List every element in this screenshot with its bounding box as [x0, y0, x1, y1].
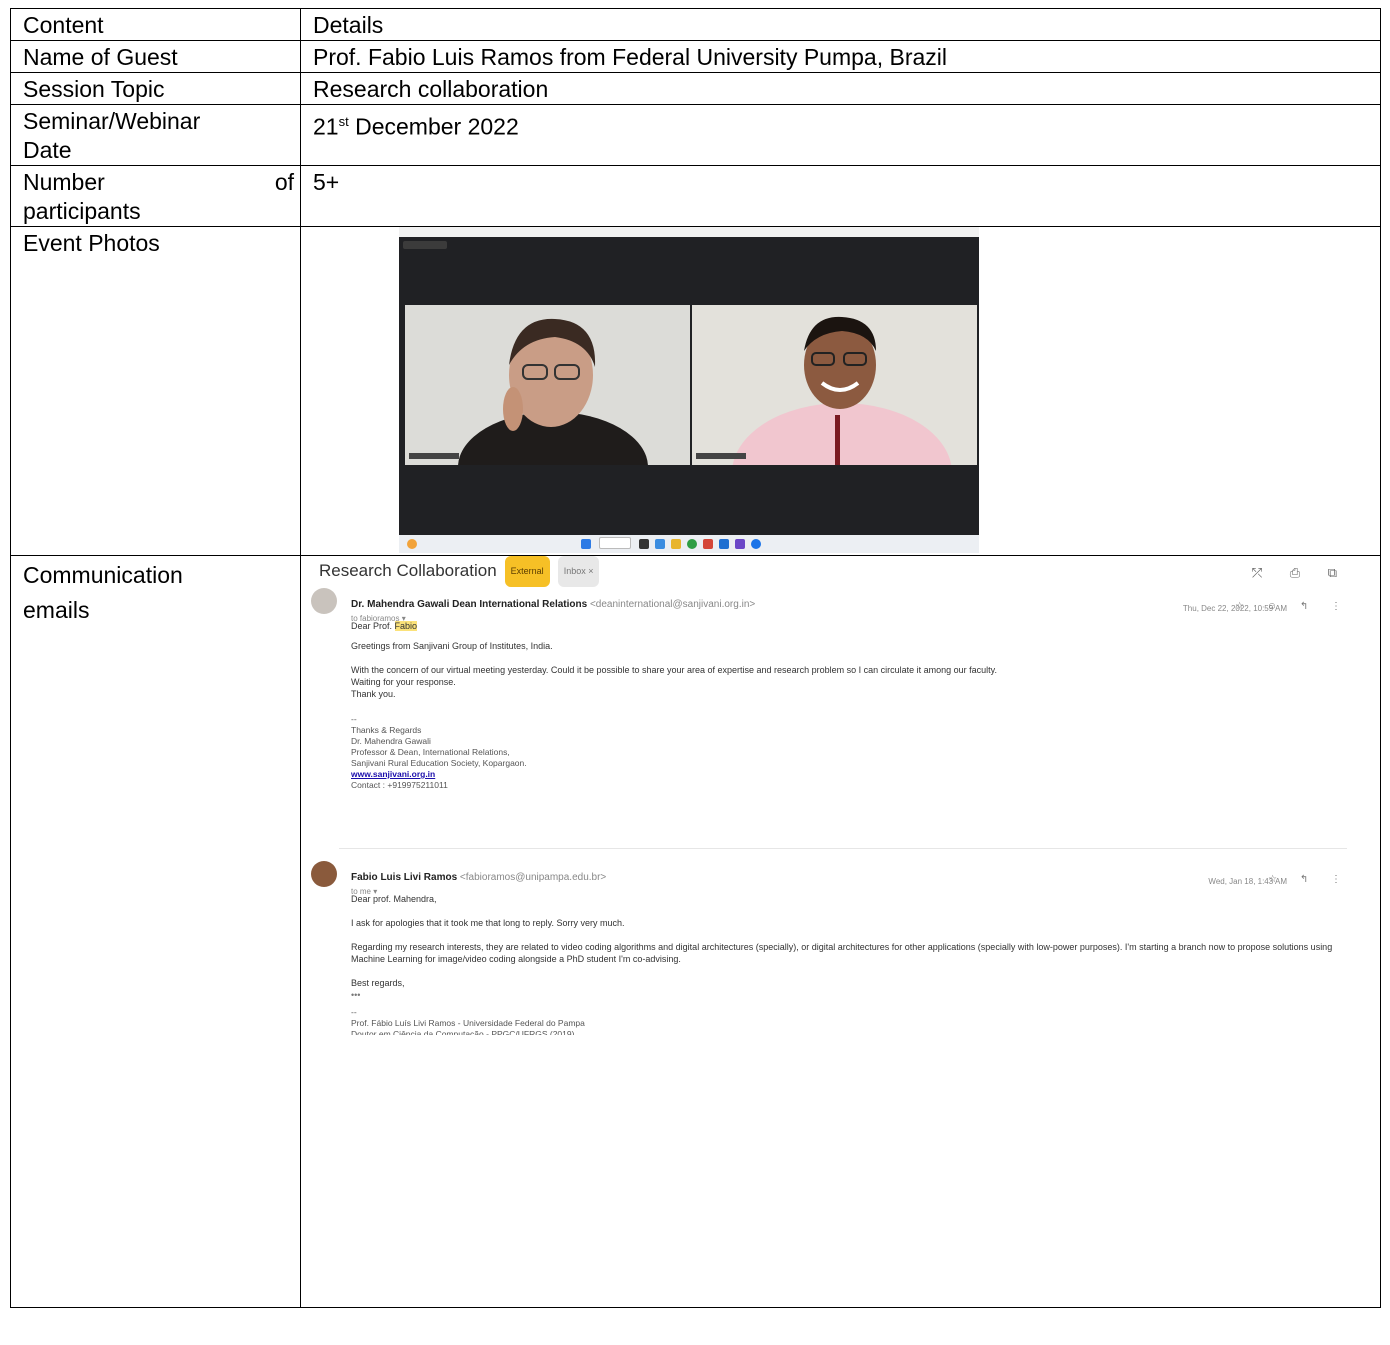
show-trimmed-button[interactable]: ••• — [351, 989, 1347, 1001]
message-body-2: Dear prof. Mahendra, I ask for apologies… — [351, 893, 1347, 1035]
date-day: 21 — [313, 113, 339, 140]
external-chip: External — [504, 556, 550, 588]
meeting-recording-indicator — [403, 241, 447, 249]
topic-value: Research collaboration — [300, 72, 1381, 105]
body-1-line3: Waiting for your response. — [351, 677, 456, 687]
app-icon-1 — [655, 539, 665, 549]
emails-label-line2: emails — [23, 597, 90, 623]
date-rest: December 2022 — [348, 113, 519, 140]
date-row: Seminar/Webinar Date 21st December 2022 — [10, 104, 1381, 166]
signature-1-dash: -- — [351, 714, 357, 724]
signature-1-line2: Dr. Mahendra Gawali — [351, 736, 431, 746]
photos-row: Event Photos — [10, 226, 1381, 556]
participant-tile-guest — [405, 305, 690, 465]
meeting-taskbar — [399, 535, 979, 553]
signature-1-link[interactable]: www.sanjivani.org.in — [351, 769, 435, 779]
photos-cell — [300, 226, 1381, 556]
greeting-1: Dear Prof. Fabio — [351, 620, 1347, 632]
participant-host-image — [692, 305, 977, 465]
browser-icon — [687, 539, 697, 549]
participants-label-line2: participants — [23, 198, 141, 224]
search-box-icon — [599, 537, 631, 549]
participants-label-line1: Number of — [23, 168, 294, 197]
greeting-1-prefix: Dear Prof. — [351, 621, 395, 631]
signature-2-dash: -- — [351, 1007, 357, 1017]
body-2-line1: I ask for apologies that it took me that… — [351, 918, 625, 928]
participant-tile-host — [692, 305, 977, 465]
emails-label: Communication emails — [10, 555, 301, 1308]
guest-label: Name of Guest — [10, 40, 301, 73]
email-screenshot: Research Collaboration External Inbox × ⤱ … — [297, 556, 1357, 1056]
participants-label: Number of participants — [10, 165, 301, 227]
signature-2-line1: Prof. Fábio Luís Livi Ramos - Universida… — [351, 1018, 585, 1028]
topic-row: Session Topic Research collaboration — [10, 72, 1381, 105]
greeting-1-name: Fabio — [394, 621, 418, 631]
signature-1: -- Thanks & Regards Dr. Mahendra Gawali … — [351, 714, 1347, 791]
message-actions-2: ☆ ↰ ⋮ — [1268, 874, 1351, 885]
date-label-line2: Date — [23, 137, 72, 163]
email-subject-text: Research Collaboration — [319, 561, 497, 580]
participants-label-word2: of — [274, 169, 294, 195]
date-label: Seminar/Webinar Date — [10, 104, 301, 166]
date-value: 21st December 2022 — [300, 104, 1381, 166]
sender-name-1: Dr. Mahendra Gawali Dean International R… — [351, 590, 755, 619]
email-subject: Research Collaboration External Inbox × — [319, 556, 600, 588]
message-actions-1: ☆ ☺ ↰ ⋮ — [1235, 601, 1351, 612]
guest-value: Prof. Fabio Luis Ramos from Federal Univ… — [300, 40, 1381, 73]
date-label-line1: Seminar/Webinar — [23, 108, 201, 134]
taskview-icon — [639, 539, 649, 549]
signature-1-line3: Professor & Dean, International Relation… — [351, 747, 510, 757]
report-table: Content Details Name of Guest Prof. Fabi… — [10, 8, 1381, 1308]
start-icon — [581, 539, 591, 549]
photos-label: Event Photos — [10, 226, 301, 556]
body-1-line2: With the concern of our virtual meeting … — [351, 665, 997, 675]
sender-address-1: <deaninternational@sanjivani.org.in> — [589, 599, 756, 610]
email-top-icons: ⤱ ⎙ ⧉ — [1251, 565, 1349, 580]
header-content: Content — [10, 8, 301, 41]
participants-value: 5+ — [300, 165, 1381, 227]
meeting-titlebar — [399, 227, 979, 237]
header-row: Content Details — [10, 8, 1381, 41]
signature-1-line1: Thanks & Regards — [351, 725, 422, 735]
emails-row: Communication emails Research Collaborat… — [10, 555, 1381, 1308]
app-icon-4 — [735, 539, 745, 549]
body-1-line4: Thank you. — [351, 689, 396, 699]
inbox-chip: Inbox × — [557, 556, 600, 588]
app-icon-2 — [703, 539, 713, 549]
message-divider — [339, 848, 1347, 849]
header-details: Details — [300, 8, 1381, 41]
participants-label-word1: Number — [23, 169, 105, 195]
body-2-line3: Best regards, — [351, 978, 405, 988]
folder-icon — [671, 539, 681, 549]
message-body-1: Dear Prof. Fabio Greetings from Sanjivan… — [351, 620, 1347, 791]
signature-2-line2: Doutor em Ciência da Computação - PPGC/U… — [351, 1029, 575, 1035]
body-2-line2: Regarding my research interests, they ar… — [351, 942, 1333, 964]
participants-row: Number of participants 5+ — [10, 165, 1381, 227]
app-icon-3 — [719, 539, 729, 549]
date-suffix: st — [338, 114, 349, 129]
participant-guest-image — [405, 305, 690, 465]
sender-avatar-1 — [311, 588, 337, 614]
body-1-line1: Greetings from Sanjivani Group of Instit… — [351, 641, 553, 651]
meeting-screenshot — [399, 227, 979, 553]
greeting-2: Dear prof. Mahendra, — [351, 894, 437, 904]
sender-address-2: <fabioramos@unipampa.edu.br> — [459, 872, 607, 883]
guest-row: Name of Guest Prof. Fabio Luis Ramos fro… — [10, 40, 1381, 73]
signature-1-line4: Sanjivani Rural Education Society, Kopar… — [351, 758, 527, 768]
emails-cell: Research Collaboration External Inbox × ⤱ … — [300, 555, 1381, 1308]
app-icon-5 — [751, 539, 761, 549]
signature-2: -- Prof. Fábio Luís Livi Ramos - Univers… — [351, 1007, 1347, 1035]
sender-avatar-2 — [311, 861, 337, 887]
topic-label: Session Topic — [10, 72, 301, 105]
signature-1-contact: Contact : +919975211011 — [351, 780, 448, 790]
sender-name-2: Fabio Luis Livi Ramos <fabioramos@unipam… — [351, 863, 606, 892]
emails-label-line1: Communication — [23, 562, 183, 588]
weather-icon — [407, 539, 417, 549]
